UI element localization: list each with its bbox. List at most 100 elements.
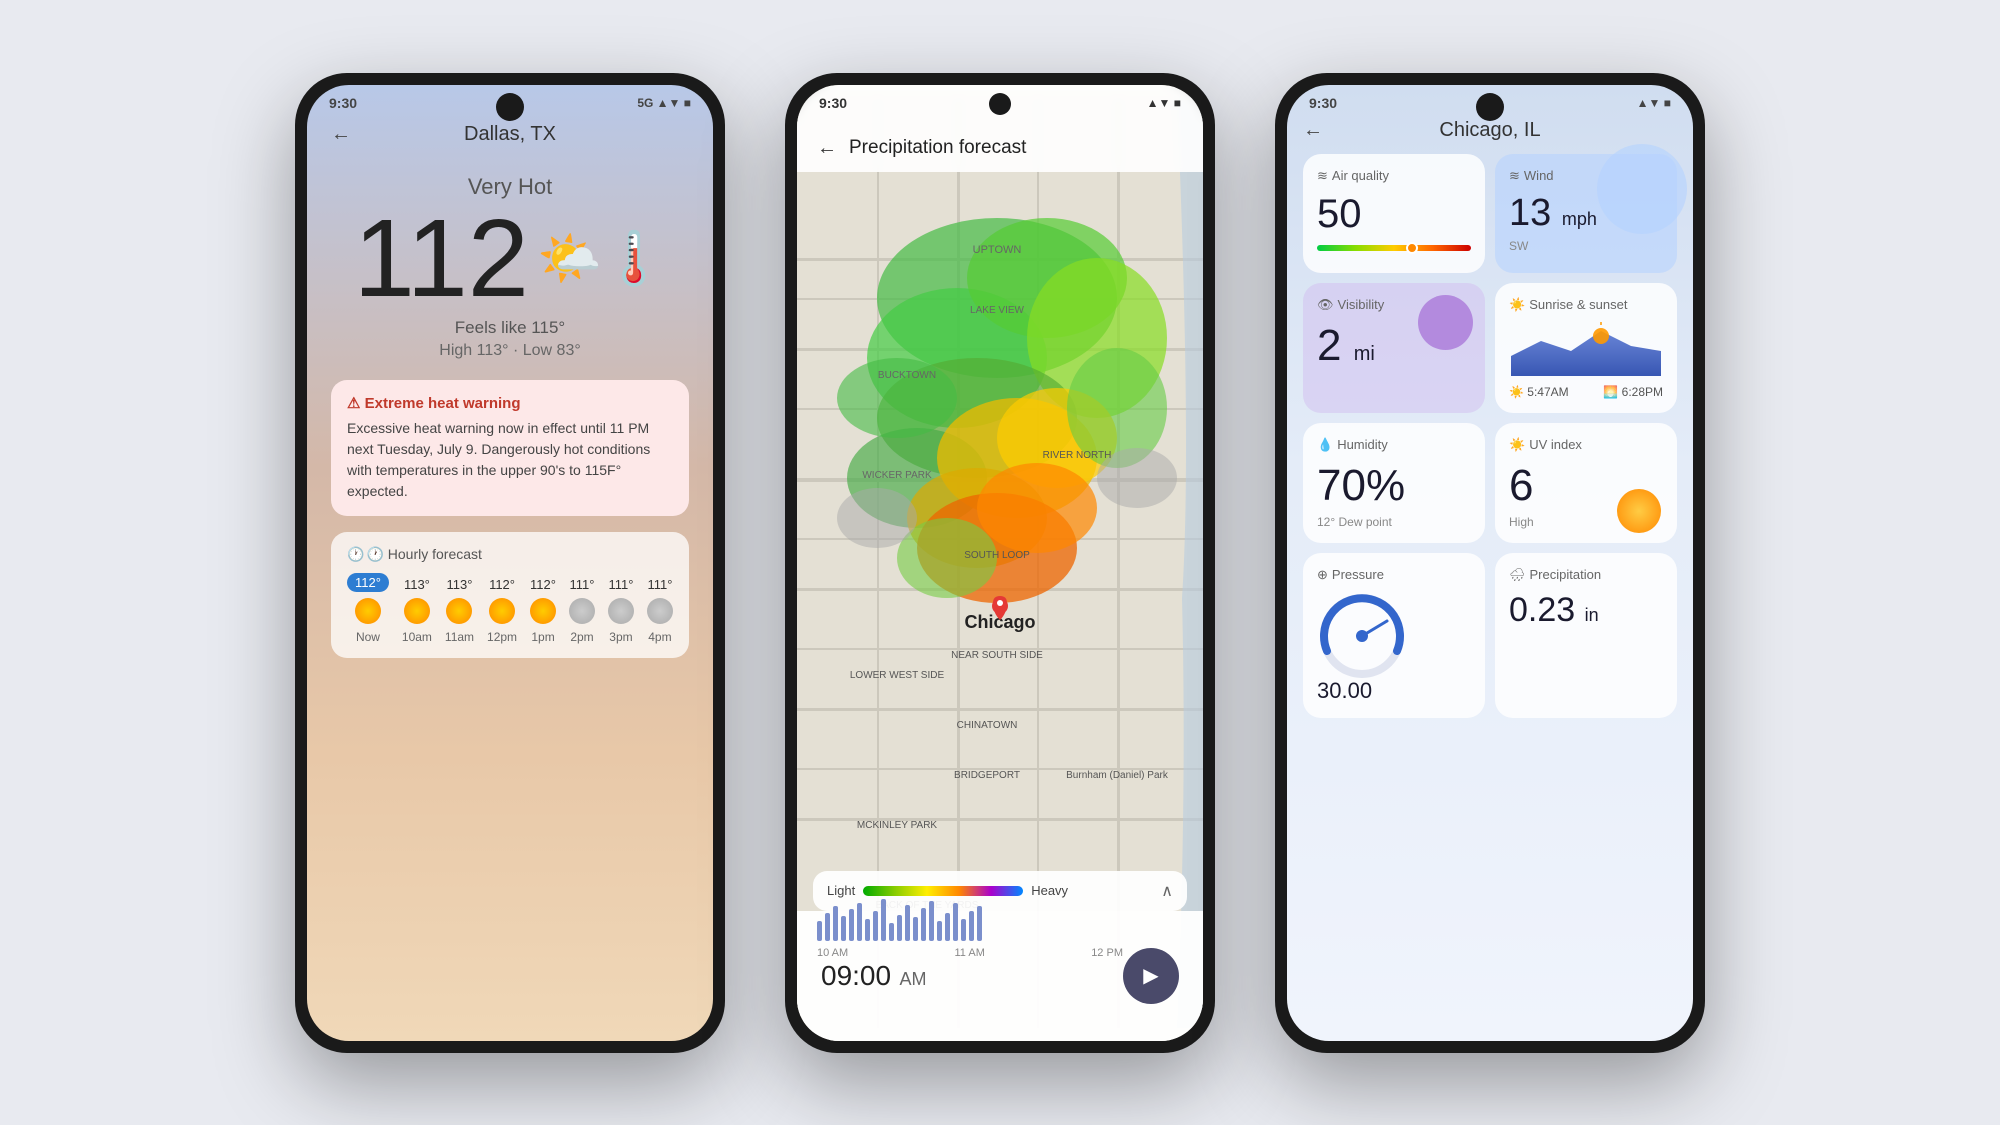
timeline-label-11am: 11 AM bbox=[955, 947, 985, 959]
map-back-button[interactable]: ← bbox=[817, 137, 837, 160]
phone-map: Chicago UPTOWN LAKE VIEW BUCKTOWN RIVER … bbox=[785, 73, 1215, 1053]
playback-time: 09:00 bbox=[821, 960, 891, 991]
sunrise-time: ☀️ 5:47AM bbox=[1509, 385, 1569, 399]
humidity-widget: 💧 Humidity 70% 12° Dew point bbox=[1303, 423, 1485, 543]
alert-title-1: ⚠ Extreme heat warning bbox=[347, 394, 673, 412]
timeline-bar bbox=[849, 909, 854, 941]
timeline-bar bbox=[881, 899, 886, 941]
pressure-gauge-svg bbox=[1317, 591, 1407, 681]
timeline-bar bbox=[905, 905, 910, 941]
hour-temp-6: 111° bbox=[608, 577, 633, 592]
timeline-bar bbox=[873, 911, 878, 941]
widget-grid: ≋ Air quality 50 ≋ Wind bbox=[1303, 154, 1677, 718]
map-title: Precipitation forecast bbox=[849, 137, 1026, 159]
svg-text:NEAR SOUTH SIDE: NEAR SOUTH SIDE bbox=[951, 650, 1043, 661]
hour-label-4: 1pm bbox=[531, 630, 554, 644]
uv-sun-circle bbox=[1617, 489, 1661, 533]
status-icons-2: ▲▼ ■ bbox=[1147, 96, 1181, 110]
time-wrapper: 09:00 AM bbox=[821, 960, 927, 992]
air-quality-value: 50 bbox=[1317, 192, 1471, 237]
svg-text:MCKINLEY PARK: MCKINLEY PARK bbox=[857, 820, 938, 831]
visibility-widget: 👁 Visibility 2 mi bbox=[1303, 283, 1485, 413]
hour-temp-0: 112° bbox=[347, 573, 389, 592]
hour-sun-1 bbox=[404, 598, 430, 624]
hour-temp-2: 113° bbox=[447, 577, 473, 592]
wind-unit: mph bbox=[1562, 209, 1597, 229]
humidity-icon: 💧 bbox=[1317, 437, 1333, 453]
status-time-3: 9:30 bbox=[1309, 95, 1337, 111]
hour-sun-0 bbox=[355, 598, 381, 624]
status-time-1: 9:30 bbox=[329, 95, 357, 111]
hour-sun-4 bbox=[530, 598, 556, 624]
svg-text:UPTOWN: UPTOWN bbox=[973, 244, 1022, 256]
hour-item-7: 111° 4pm bbox=[647, 577, 673, 644]
pressure-widget: ⊕ Pressure 30.00 bbox=[1303, 553, 1485, 718]
hour-sun-6 bbox=[608, 598, 634, 624]
hourly-title-1: 🕐 🕐 Hourly forecast bbox=[347, 546, 673, 563]
timeline-bar bbox=[937, 921, 942, 941]
timeline-bar bbox=[969, 911, 974, 941]
hour-temp-7: 111° bbox=[647, 577, 672, 592]
timeline-bar bbox=[961, 919, 966, 941]
hour-sun-5 bbox=[569, 598, 595, 624]
city-name-1: Dallas, TX bbox=[464, 123, 556, 146]
humidity-sub: 12° Dew point bbox=[1317, 515, 1471, 529]
play-button[interactable]: ▶ bbox=[1123, 948, 1179, 1004]
hour-label-3: 12pm bbox=[487, 630, 517, 644]
air-quality-widget: ≋ Air quality 50 bbox=[1303, 154, 1485, 273]
timeline-bar bbox=[889, 923, 894, 941]
hour-label-7: 4pm bbox=[648, 630, 671, 644]
timeline-bar bbox=[929, 901, 934, 941]
timeline-bar bbox=[977, 906, 982, 941]
timeline-bar bbox=[945, 913, 950, 941]
status-bar-2: 9:30 ▲▼ ■ bbox=[797, 85, 1203, 115]
sunset-time: 🌅 6:28PM bbox=[1603, 385, 1663, 399]
hour-temp-3: 112° bbox=[489, 577, 515, 592]
city-name-3: Chicago, IL bbox=[1439, 119, 1540, 142]
sunrise-widget: ☀️ Sunrise & sunset bbox=[1495, 283, 1677, 413]
temperature-1: 112 bbox=[354, 204, 529, 314]
hour-item-0: 112° Now bbox=[347, 573, 389, 644]
timeline-bar bbox=[897, 915, 902, 941]
alert-box-1: ⚠ Extreme heat warning Excessive heat wa… bbox=[331, 380, 689, 516]
precip-icon: 🌧 bbox=[1509, 567, 1526, 583]
timeline-bar bbox=[817, 921, 822, 941]
hour-label-0: Now bbox=[356, 630, 380, 644]
svg-text:RIVER NORTH: RIVER NORTH bbox=[1043, 450, 1112, 461]
sunrise-times: ☀️ 5:47AM 🌅 6:28PM bbox=[1509, 385, 1663, 399]
aq-indicator bbox=[1406, 242, 1418, 254]
hour-temp-5: 111° bbox=[570, 577, 595, 592]
clock-icon: 🕐 bbox=[347, 546, 364, 563]
svg-text:CHINATOWN: CHINATOWN bbox=[957, 720, 1018, 731]
wind-dir: SW bbox=[1509, 239, 1663, 253]
back-button-3[interactable]: ← bbox=[1303, 119, 1323, 142]
pressure-icon: ⊕ bbox=[1317, 567, 1328, 583]
phone-dallas: 9:30 5G ▲▼ ■ ← Dallas, TX Very Hot 112 🌤… bbox=[295, 73, 725, 1053]
timeline-bar bbox=[913, 917, 918, 941]
svg-text:BUCKTOWN: BUCKTOWN bbox=[878, 370, 936, 381]
wind-circle-bg bbox=[1597, 144, 1687, 234]
wind-widget: ≋ Wind 13 mph SW bbox=[1495, 154, 1677, 273]
hour-item-5: 111° 2pm bbox=[569, 577, 595, 644]
feels-like-1: Feels like 115° bbox=[331, 318, 689, 338]
notch-1 bbox=[496, 93, 524, 121]
hour-label-6: 3pm bbox=[609, 630, 632, 644]
legend-chevron-icon[interactable]: ∧ bbox=[1161, 881, 1173, 901]
hour-item-6: 111° 3pm bbox=[608, 577, 634, 644]
status-icons-3: ▲▼ ■ bbox=[1637, 96, 1671, 110]
hourly-box-1: 🕐 🕐 Hourly forecast 112° Now 113° 10am bbox=[331, 532, 689, 658]
hour-item-2: 113° 11am bbox=[445, 577, 474, 644]
timeline-bar bbox=[921, 908, 926, 941]
pressure-value: 30.00 bbox=[1317, 678, 1471, 704]
notch-2 bbox=[989, 93, 1011, 115]
hour-item-3: 112° 12pm bbox=[487, 577, 517, 644]
svg-text:BRIDGEPORT: BRIDGEPORT bbox=[954, 770, 1020, 781]
precip-title: 🌧 Precipitation bbox=[1509, 567, 1663, 583]
back-button-1[interactable]: ← bbox=[331, 123, 351, 146]
status-bar-1: 9:30 5G ▲▼ ■ bbox=[307, 85, 713, 115]
visibility-unit: mi bbox=[1354, 343, 1375, 365]
timeline-bar bbox=[953, 903, 958, 941]
wind-icon: ≋ bbox=[1509, 168, 1520, 184]
hour-label-1: 10am bbox=[402, 630, 432, 644]
playback-ampm: AM bbox=[900, 969, 927, 989]
